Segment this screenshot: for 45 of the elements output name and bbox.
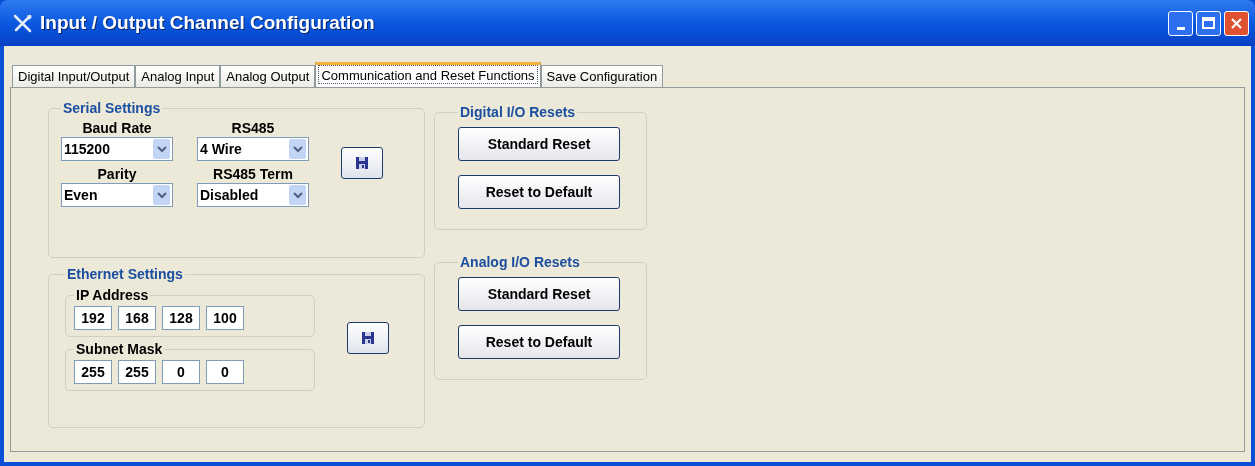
window-title: Input / Output Channel Configuration — [40, 10, 375, 35]
dropdown[interactable]: Even — [61, 183, 173, 207]
group-title: Serial Settings — [62, 99, 162, 118]
tab[interactable]: Digital Input/Output — [12, 65, 136, 87]
maximize-button[interactable] — [1196, 10, 1221, 36]
field-label: RS485 Term — [213, 165, 293, 183]
group-title: Ethernet Settings — [66, 265, 184, 284]
address-label: Subnet Mask — [75, 340, 164, 359]
octet-field[interactable]: 255 — [74, 360, 112, 384]
save-button[interactable] — [341, 147, 383, 179]
minimize-button[interactable] — [1168, 10, 1193, 36]
octet-field[interactable]: 0 — [162, 360, 200, 384]
dropdown[interactable]: 4 Wire — [197, 137, 309, 161]
dropdown[interactable]: Disabled — [197, 183, 309, 207]
save-button[interactable] — [347, 322, 389, 354]
tools-icon — [12, 13, 34, 33]
minimize-icon — [1176, 26, 1185, 30]
reset-button[interactable]: Standard Reset — [458, 127, 620, 161]
octet-field[interactable]: 255 — [118, 360, 156, 384]
octet-field[interactable]: 0 — [206, 360, 244, 384]
reset-button[interactable]: Standard Reset — [458, 277, 620, 311]
group-title: Analog I/O Resets — [459, 253, 581, 272]
dropdown[interactable]: 115200 — [61, 137, 173, 161]
maximize-icon — [1202, 17, 1215, 29]
field-label: Baud Rate — [82, 119, 152, 137]
tab[interactable]: Save Configuration — [540, 65, 664, 87]
tab[interactable]: Communication and Reset Functions — [315, 62, 541, 87]
close-icon — [1230, 16, 1243, 30]
field-label: Parity — [97, 165, 137, 183]
reset-button[interactable]: Reset to Default — [458, 175, 620, 209]
dropdown-value: 4 Wire — [200, 139, 242, 159]
tab[interactable]: Analog Input — [135, 65, 221, 87]
octet-field[interactable]: 128 — [162, 306, 200, 330]
dropdown-value: Even — [64, 185, 98, 205]
octet-field[interactable]: 168 — [118, 306, 156, 330]
octet-field[interactable]: 100 — [206, 306, 244, 330]
reset-button[interactable]: Reset to Default — [458, 325, 620, 359]
field-label: RS485 — [231, 119, 275, 137]
dropdown-value: Disabled — [200, 185, 259, 205]
octet-field[interactable]: 192 — [74, 306, 112, 330]
dropdown-value: 115200 — [64, 139, 110, 159]
address-label: IP Address — [75, 286, 150, 305]
tab[interactable]: Analog Output — [220, 65, 316, 87]
group-title: Digital I/O Resets — [459, 103, 577, 122]
close-button[interactable] — [1224, 10, 1249, 36]
